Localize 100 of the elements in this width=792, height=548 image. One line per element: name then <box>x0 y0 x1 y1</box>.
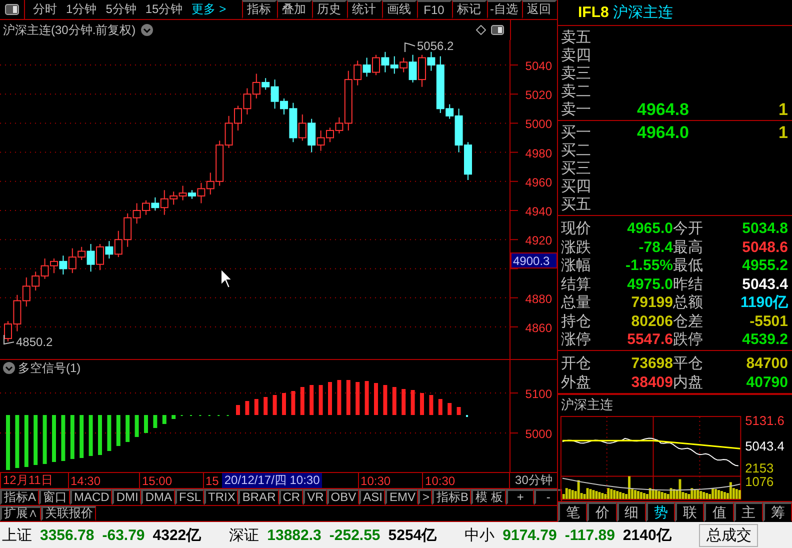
histogram-bar <box>80 415 84 458</box>
dropdown-icon[interactable] <box>3 362 15 374</box>
histogram-bar <box>52 415 56 462</box>
mini-axis-label: 2153 <box>745 460 774 476</box>
more-menu[interactable]: 更多 > <box>192 1 226 18</box>
y-axis-label: 5000 <box>525 427 552 441</box>
market-amount: 5254亿 <box>388 526 437 544</box>
indicator-tab[interactable]: > <box>418 489 432 505</box>
order-level-label: 买四 <box>561 176 592 196</box>
order-level-label: 卖二 <box>561 82 592 101</box>
period-tab[interactable]: 5分钟 <box>106 1 136 18</box>
market-change: -63.79 <box>102 526 145 544</box>
order-level-label: 买一 <box>561 123 592 142</box>
toolbar-button[interactable]: 返回 <box>522 0 557 19</box>
candle <box>40 258 49 280</box>
indicator-title: 多空信号(1) <box>18 361 81 375</box>
stat-value: 4539.2 <box>741 331 788 348</box>
histogram-bar <box>162 415 166 424</box>
histogram-bar <box>116 415 120 446</box>
time-label: 15:00 <box>142 474 172 488</box>
histogram-bar <box>356 382 360 415</box>
indicator-tab[interactable]: MACD <box>70 489 112 505</box>
panel-toggle-icon[interactable] <box>491 25 504 35</box>
time-label: 12月11日 <box>3 472 53 489</box>
toolbar-button[interactable]: 历史 <box>312 0 347 19</box>
time-label: 10:30 <box>425 474 456 488</box>
market-change: -252.55 <box>329 526 380 544</box>
indicator-tab[interactable]: FSL <box>175 489 204 505</box>
histogram-bar <box>383 385 388 415</box>
contract-code: IFL8 <box>578 4 609 21</box>
y-axis-label: 5040 <box>525 59 552 73</box>
histogram-bar <box>6 415 10 470</box>
histogram-bar <box>420 393 424 415</box>
stat-value: 5547.6 <box>626 331 673 348</box>
indicator-tab[interactable]: CR <box>278 489 304 505</box>
histogram-bar <box>392 387 396 415</box>
histogram-bar <box>107 415 112 451</box>
mini-axis-label: 5043.4 <box>745 438 784 454</box>
toolbar-button[interactable]: 标记 <box>452 0 487 19</box>
order-level-label: 卖三 <box>561 64 592 83</box>
market-change: -117.89 <box>564 526 615 544</box>
indicator-tab[interactable]: - <box>534 489 562 505</box>
stat-value: 4955.2 <box>741 257 788 274</box>
market-amount: 2140亿 <box>622 526 672 544</box>
indicator-tab[interactable]: 指标A <box>0 489 40 505</box>
indicator-tab[interactable]: EMV <box>385 489 418 505</box>
indicator-tab[interactable]: TRIX <box>204 489 238 505</box>
stat-label: 跌停 <box>673 330 704 350</box>
stat-label: 今开 <box>673 219 704 238</box>
y-axis-label: 4880 <box>525 292 552 306</box>
histogram-bar <box>70 415 74 459</box>
toolbar-button[interactable]: 叠加 <box>277 0 312 19</box>
toolbar-button[interactable]: F10 <box>417 0 452 19</box>
indicator-tab[interactable]: OBV <box>326 489 360 505</box>
histogram-bar <box>429 395 434 415</box>
high-price-label: 5056.2 <box>417 40 454 53</box>
market-price: 13882.3 <box>267 526 322 544</box>
order-level-label: 卖一 <box>561 100 592 120</box>
stat-value: 79199 <box>630 294 673 312</box>
indicator-tab[interactable]: DMI <box>112 489 142 505</box>
high-marker <box>404 42 416 52</box>
stat-value: -5501 <box>748 312 788 330</box>
indicator-tab[interactable]: DMA <box>141 489 176 505</box>
toolbar-button[interactable]: 指标 <box>242 0 277 19</box>
y-axis-label: 5000 <box>525 117 552 132</box>
stat-label: 结算 <box>561 274 592 294</box>
stat-value: 5034.8 <box>741 220 788 238</box>
histogram-bar <box>272 395 277 415</box>
indicator-tab[interactable]: + <box>506 489 534 505</box>
histogram-bar <box>346 380 350 415</box>
stat-label: 昨结 <box>673 274 704 294</box>
stat-value: 5043.4 <box>741 276 788 293</box>
stat-label: 涨幅 <box>561 256 592 276</box>
period-tab[interactable]: 分时 <box>33 1 57 18</box>
histogram-bar <box>282 393 286 415</box>
order-level-label: 买三 <box>561 158 592 178</box>
histogram-bar <box>42 415 47 464</box>
y-axis-label: 4980 <box>525 146 552 160</box>
toolbar-button[interactable]: 画线 <box>382 0 417 19</box>
indicator-tab[interactable]: ASI <box>359 489 386 505</box>
indicator-tab[interactable]: VR <box>303 489 327 505</box>
market-name: 深证 <box>229 526 260 544</box>
period-tab[interactable]: 15分钟 <box>145 1 183 18</box>
dropdown-icon[interactable] <box>140 24 153 36</box>
histogram-bar <box>291 391 296 415</box>
stat-value: -1.55% <box>624 257 673 274</box>
panel-toggle-icon[interactable] <box>5 4 19 15</box>
toolbar-button[interactable]: 统计 <box>347 0 382 19</box>
stat-value: 4965.0 <box>626 220 673 238</box>
diamond-icon[interactable] <box>476 25 486 35</box>
candle <box>224 115 233 148</box>
indicator-tab[interactable]: 窗口 <box>39 489 70 505</box>
indicator-tab[interactable]: 模 板 <box>471 489 506 505</box>
toolbar-button[interactable]: -自选 <box>487 0 522 19</box>
indicator-tab[interactable]: BRAR <box>238 489 279 505</box>
indicator-tab[interactable]: 指标B <box>432 489 472 505</box>
histogram-bar <box>15 415 20 468</box>
period-tab[interactable]: 1分钟 <box>66 1 97 18</box>
stat-value: 73698 <box>630 355 673 372</box>
stat-label: 最低 <box>673 256 704 276</box>
